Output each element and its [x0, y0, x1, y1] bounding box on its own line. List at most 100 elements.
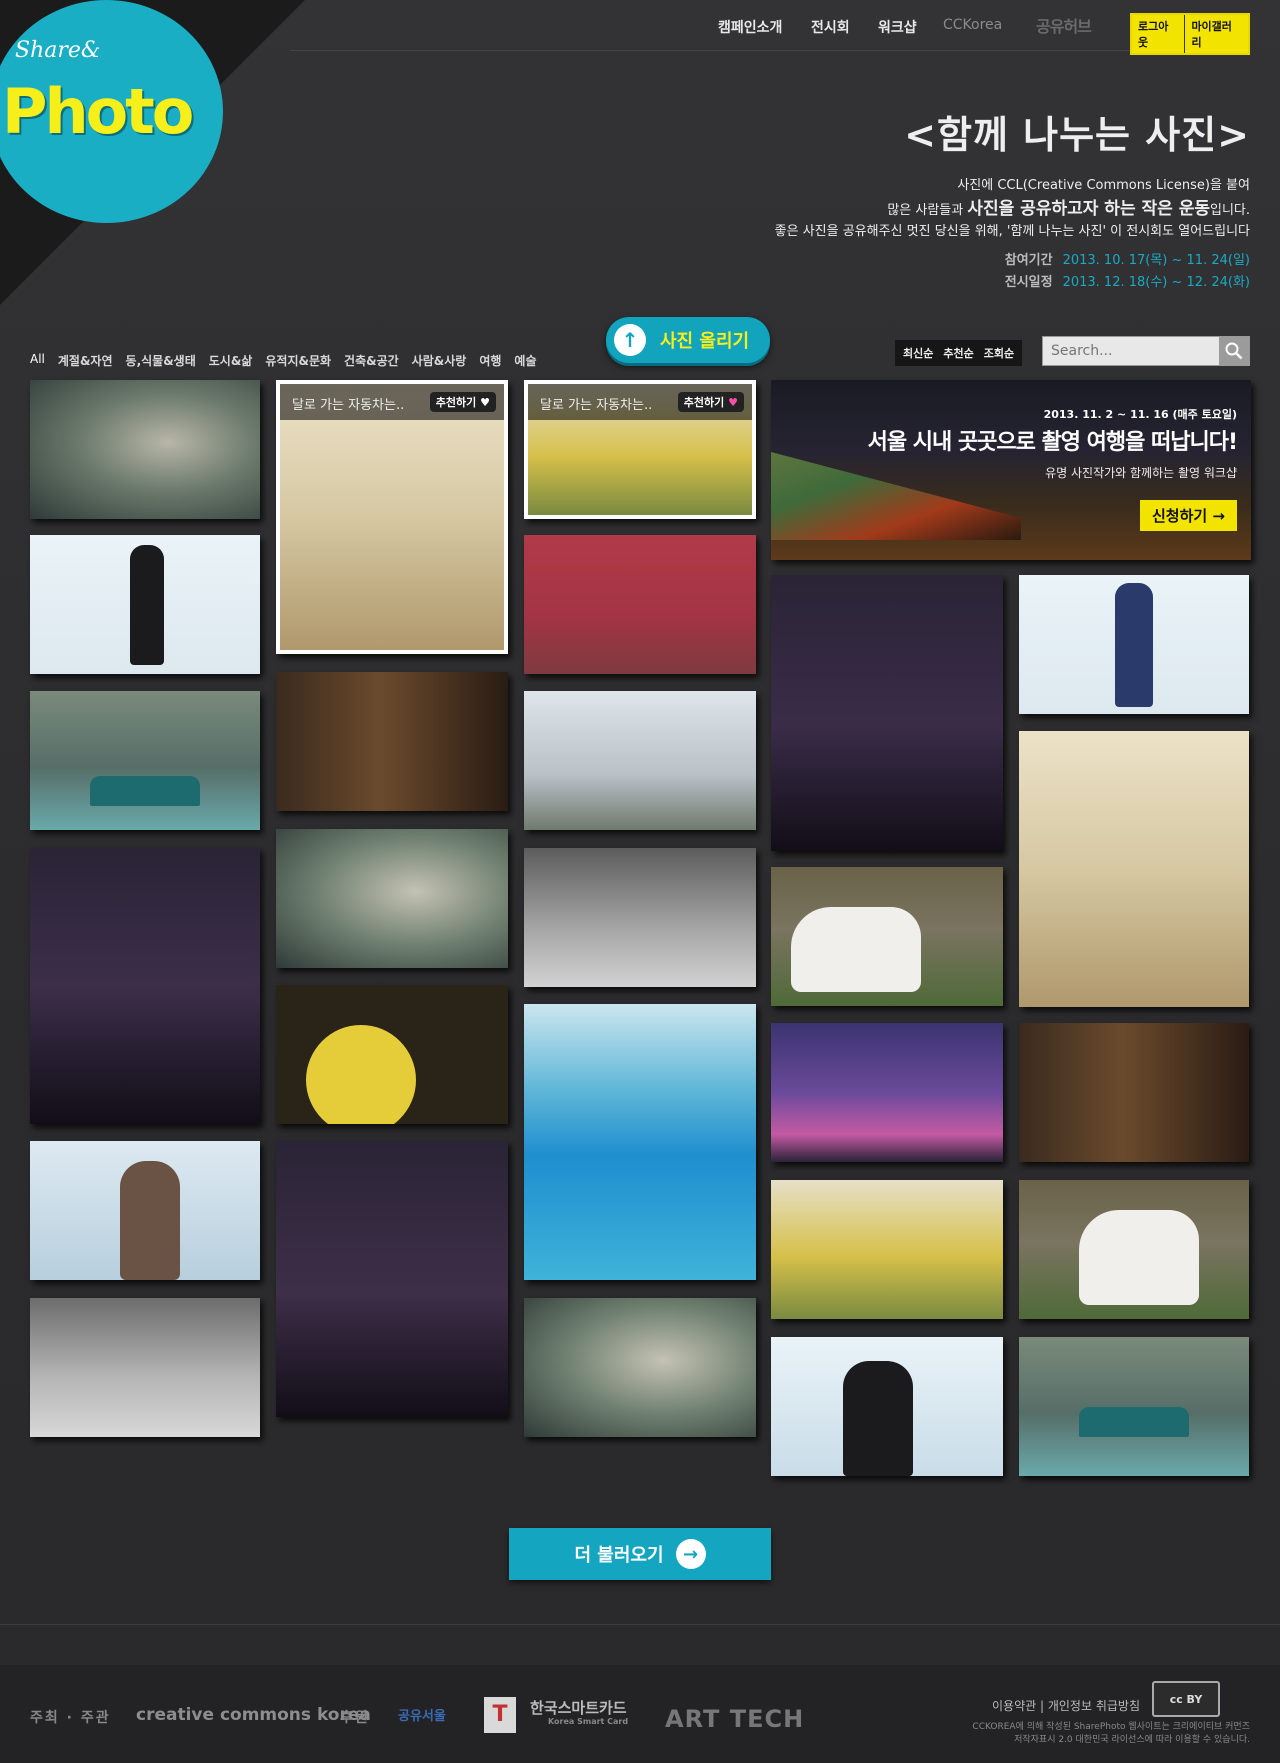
- photo-thumbnail[interactable]: [30, 1141, 260, 1280]
- participation-period: 참여기간 2013. 10. 17(목) ~ 11. 24(일): [1005, 249, 1250, 268]
- photo-thumbnail[interactable]: [524, 535, 756, 674]
- license-notice-line-1: CCKOREA에 의해 작성된 SharePhoto 웹사이트는 크리에이티브 …: [972, 1722, 1250, 1732]
- photo-thumbnail[interactable]: [1019, 1023, 1249, 1162]
- hero-line-3: 좋은 사진을 공유해주신 멋진 당신을 위해, '함께 나누는 사진' 이 전시…: [774, 224, 1250, 239]
- hero-line-2: 많은 사람들과 사진을 공유하고자 하는 작은 운동입니다.: [887, 194, 1250, 219]
- photo-thumbnail[interactable]: [276, 985, 508, 1124]
- nav-exhibition[interactable]: 전시회: [811, 17, 850, 37]
- korea-smart-card-sub: Korea Smart Card: [548, 1717, 629, 1726]
- recommend-label: 추천하기: [435, 396, 477, 409]
- card-caption-bar: 달로 가는 자동차는.. 추천하기 ♥: [280, 384, 504, 420]
- sort-latest[interactable]: 최신순: [903, 345, 933, 361]
- photo-thumbnail[interactable]: [771, 867, 1003, 1006]
- participation-value: 2013. 10. 17(목) ~ 11. 24(일): [1062, 253, 1250, 268]
- load-more-button[interactable]: 더 불러오기 →: [509, 1528, 771, 1580]
- card-caption-bar: 달로 가는 자동차는.. 추천하기 ♥: [528, 384, 752, 420]
- search-button[interactable]: [1219, 337, 1249, 365]
- search-input[interactable]: [1043, 337, 1219, 365]
- photo-card-recommend[interactable]: 달로 가는 자동차는.. 추천하기 ♥: [276, 380, 508, 654]
- card-title: 달로 가는 자동차는..: [540, 398, 653, 413]
- photo-thumbnail[interactable]: [524, 691, 756, 830]
- category-city-life[interactable]: 도시&삶: [209, 352, 253, 369]
- recommend-button[interactable]: 추천하기 ♥: [429, 392, 496, 412]
- exhibition-period: 전시일정 2013. 12. 18(수) ~ 12. 24(화): [1005, 271, 1250, 290]
- photo-thumbnail[interactable]: [276, 829, 508, 968]
- card-title: 달로 가는 자동차는..: [292, 398, 405, 413]
- photo-thumbnail[interactable]: [524, 1298, 756, 1437]
- photo-thumbnail[interactable]: [1019, 1180, 1249, 1319]
- photo-thumbnail[interactable]: [524, 1004, 756, 1280]
- nav-campaign[interactable]: 캠페인소개: [718, 17, 782, 37]
- share-photo-logo[interactable]: Share& Photo: [0, 0, 223, 223]
- art-tech-logo[interactable]: ART TECH: [665, 1705, 804, 1733]
- hero-line-2c: 입니다.: [1209, 203, 1250, 218]
- cc-korea-logo[interactable]: creative commons korea: [136, 1705, 371, 1725]
- korea-smart-card-logo[interactable]: 한국스마트카드: [530, 1697, 627, 1718]
- top-nav: 캠페인소개 전시회 워크샵 CCKorea 공유허브 로그아웃 마이갤러리: [290, 0, 1250, 55]
- footer-links: 이용약관 | 개인정보 취급방침: [992, 1699, 1140, 1713]
- logo-photo-text: Photo: [2, 75, 194, 148]
- hero-line-1: 사진에 CCL(Creative Commons License)을 붙여: [957, 178, 1250, 193]
- account-buttons: 로그아웃 마이갤러리: [1130, 13, 1250, 55]
- photo-thumbnail[interactable]: [276, 1141, 508, 1417]
- hero-line-2a: 많은 사람들과: [887, 203, 968, 218]
- photo-thumbnail[interactable]: [30, 691, 260, 830]
- footer-divider: [0, 1624, 1280, 1625]
- sort-recommended[interactable]: 추천순: [943, 345, 973, 361]
- category-animal-plant[interactable]: 동,식물&생태: [126, 352, 196, 369]
- sort-views[interactable]: 조회순: [984, 345, 1014, 361]
- cc-by-badge[interactable]: cc BY: [1152, 1681, 1220, 1717]
- photo-thumbnail[interactable]: [30, 380, 260, 519]
- tmoney-icon: T: [484, 1697, 516, 1733]
- photo-thumbnail[interactable]: [771, 1180, 1003, 1319]
- nav-cckorea[interactable]: CCKorea: [943, 17, 1002, 33]
- photo-thumbnail[interactable]: [276, 672, 508, 811]
- arrow-right-icon: →: [675, 1539, 706, 1569]
- category-art[interactable]: 예술: [514, 352, 536, 369]
- photo-thumbnail[interactable]: [771, 1337, 1003, 1476]
- footer: 주최 · 주관 creative commons korea 후원 공유서울 T…: [0, 1665, 1280, 1763]
- upload-photo-button[interactable]: ↑ 사진 올리기: [606, 317, 770, 363]
- category-filter: All 계절&자연 동,식물&생태 도시&삶 유적지&문화 건축&공간 사람&사…: [30, 352, 537, 369]
- banner-subtitle: 유명 사진작가와 함께하는 촬영 워크샵: [1045, 466, 1237, 480]
- category-all[interactable]: All: [30, 352, 45, 369]
- photo-thumbnail[interactable]: [524, 848, 756, 987]
- banner-date: 2013. 11. 2 ~ 11. 16 (매주 토요일): [1043, 408, 1237, 421]
- license-notice: CCKOREA에 의해 작성된 SharePhoto 웹사이트는 크리에이티브 …: [972, 1721, 1250, 1747]
- search-box: [1042, 336, 1250, 366]
- search-icon: [1225, 342, 1243, 360]
- upload-label: 사진 올리기: [660, 331, 750, 352]
- photo-thumbnail[interactable]: [771, 1023, 1003, 1162]
- seoul-share-logo[interactable]: 공유서울: [398, 1705, 446, 1724]
- sort-options: 최신순 추천순 조회순: [895, 340, 1023, 366]
- category-architecture[interactable]: 건축&공간: [344, 352, 399, 369]
- license-notice-line-2: 저작자표시 2.0 대한민국 라이선스에 따라 이용할 수 있습니다.: [1014, 1735, 1250, 1745]
- recommend-button[interactable]: 추천하기 ♥: [677, 392, 744, 412]
- photo-thumbnail[interactable]: [1019, 575, 1249, 714]
- load-more-label: 더 불러오기: [574, 1545, 664, 1566]
- exhibition-value: 2013. 12. 18(수) ~ 12. 24(화): [1062, 275, 1250, 290]
- nav-share-hub-logo[interactable]: 공유허브: [1036, 13, 1092, 37]
- category-season-nature[interactable]: 계절&자연: [58, 352, 113, 369]
- photo-thumbnail[interactable]: [1019, 731, 1249, 1007]
- privacy-link[interactable]: 개인정보 취급방침: [1048, 1699, 1140, 1713]
- photo-thumbnail[interactable]: [30, 1298, 260, 1437]
- heart-icon: ♥: [480, 396, 490, 409]
- photo-thumbnail[interactable]: [771, 575, 1003, 851]
- logout-button[interactable]: 로그아웃: [1132, 15, 1185, 53]
- apply-button[interactable]: 신청하기 →: [1140, 500, 1237, 531]
- photo-card-recommend[interactable]: 달로 가는 자동차는.. 추천하기 ♥: [524, 380, 756, 519]
- arrow-up-icon: ↑: [614, 324, 646, 356]
- banner-title: 서울 시내 곳곳으로 촬영 여행을 떠납니다!: [867, 430, 1238, 455]
- category-travel[interactable]: 여행: [479, 352, 501, 369]
- category-heritage[interactable]: 유적지&문화: [265, 352, 331, 369]
- nav-workshop[interactable]: 워크샵: [878, 17, 917, 37]
- photo-thumbnail[interactable]: [1019, 1337, 1249, 1476]
- hero-line-2b: 사진을 공유하고자 하는 작은 운동: [967, 199, 1210, 219]
- photo-thumbnail[interactable]: [30, 535, 260, 674]
- category-people-love[interactable]: 사람&사랑: [412, 352, 467, 369]
- my-gallery-button[interactable]: 마이갤러리: [1184, 15, 1248, 53]
- workshop-banner[interactable]: 2013. 11. 2 ~ 11. 16 (매주 토요일) 서울 시내 곳곳으로…: [771, 380, 1251, 560]
- photo-thumbnail[interactable]: [30, 848, 260, 1124]
- terms-link[interactable]: 이용약관: [992, 1699, 1036, 1713]
